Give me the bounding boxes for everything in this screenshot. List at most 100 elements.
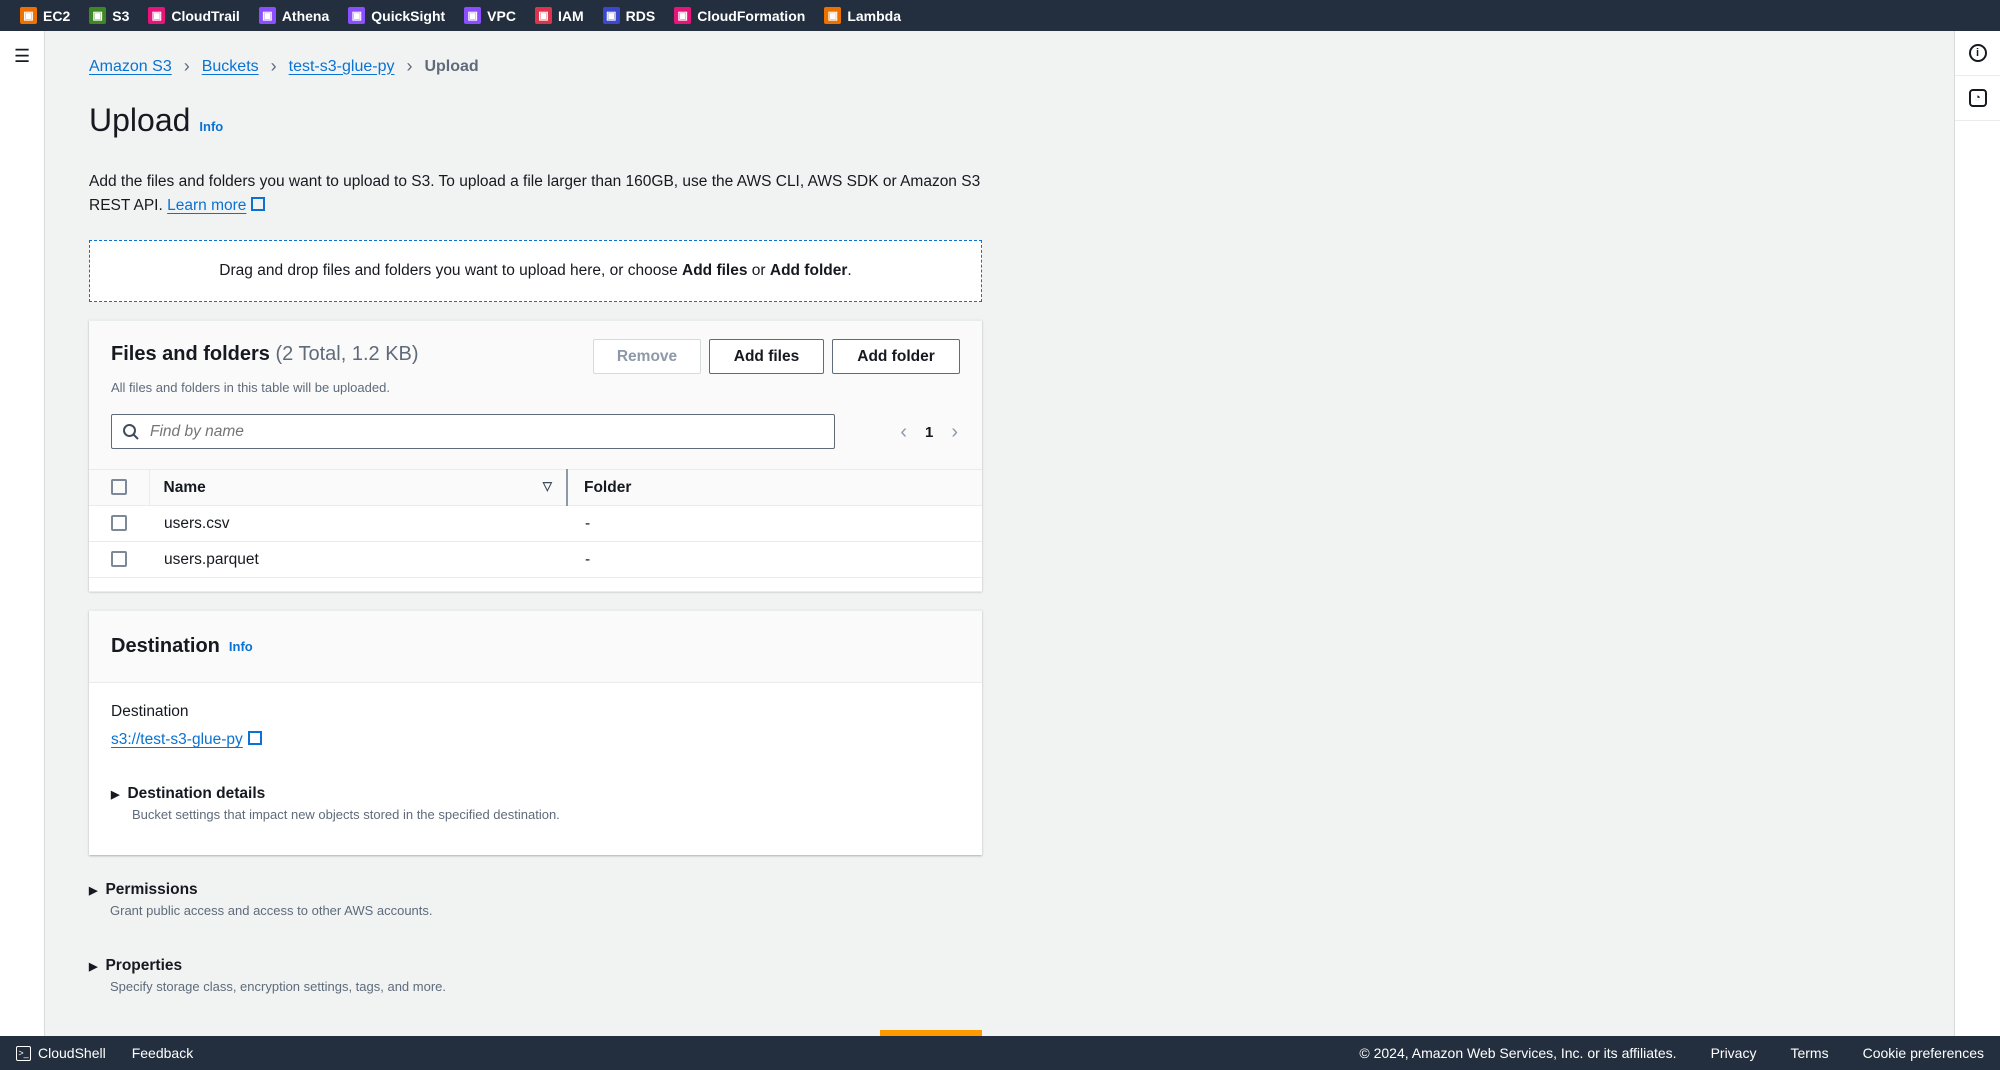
feedback-link[interactable]: Feedback [132,1045,193,1061]
pagination: ‹ 1 › [900,421,958,444]
files-and-folders-panel: Files and folders (2 Total, 1.2 KB) All … [89,320,982,592]
cookie-preferences-link[interactable]: Cookie preferences [1863,1045,1984,1061]
row-checkbox[interactable] [111,515,127,532]
permissions-sub: Grant public access and access to other … [110,903,433,918]
vpc-icon: ▣ [464,7,482,24]
service-label: IAM [557,7,584,24]
destination-info-link[interactable]: Info [229,639,253,654]
info-link[interactable]: Info [199,119,223,134]
files-title: Files and folders (2 Total, 1.2 KB) [111,343,419,366]
destination-details-section: ▶ Destination details Bucket settings tha… [111,785,560,822]
service-shortcut-cloudtrail[interactable]: ▣ CloudTrail [148,7,240,24]
column-folder[interactable]: Folder [566,469,982,506]
drop-or: or [747,262,770,279]
row-checkbox[interactable] [111,551,127,568]
lambda-icon: ▣ [824,7,842,24]
drop-add-folder: Add folder [769,262,848,279]
ec2-icon: ▣ [20,7,37,24]
service-shortcut-quicksight[interactable]: ▣ QuickSight [348,7,445,24]
files-title-text: Files and folders [111,343,270,365]
file-name: users.parquet [149,541,567,578]
properties-sub: Specify storage class, encryption settin… [110,979,447,994]
help-panel-button[interactable]: ◔ [1955,76,2000,121]
permissions-section: ▶ Permissions Grant public access and acc… [89,881,433,918]
permissions-toggle[interactable]: ▶ Permissions [89,881,433,899]
caret-right-icon: ▶ [89,960,98,973]
destination-details-toggle[interactable]: ▶ Destination details [111,785,560,803]
files-table: Name ▽ Folder users.csv - users.parquet - [89,469,982,592]
menu-icon[interactable]: ☰ [14,47,31,65]
iam-icon: ▣ [534,7,552,24]
rds-icon: ▣ [602,7,620,24]
properties-section: ▶ Properties Specify storage class, encry… [89,957,446,994]
caret-right-icon: ▶ [89,884,98,897]
search-input[interactable] [150,422,800,441]
add-files-button[interactable]: Add files [709,339,824,374]
page-description: Add the files and folders you want to up… [89,170,989,218]
chevron-right-icon: › [406,56,413,76]
terms-link[interactable]: Terms [1790,1045,1828,1061]
destination-title: Destination [111,635,220,657]
service-shortcut-cloudformation[interactable]: ▣ CloudFormation [674,7,805,24]
destination-details-title: Destination details [127,785,266,802]
drop-end: . [847,262,852,279]
breadcrumb-amazon-s3[interactable]: Amazon S3 [89,58,172,76]
privacy-link[interactable]: Privacy [1711,1045,1757,1061]
page-number[interactable]: 1 [925,424,933,441]
drop-add-files: Add files [682,262,748,279]
destination-panel: Destination Info Destination s3://test-s… [89,610,982,855]
properties-toggle[interactable]: ▶ Properties [89,957,446,975]
service-label: RDS [625,7,656,24]
destination-label: Destination [111,703,189,720]
athena-icon: ▣ [258,7,276,24]
select-all-checkbox[interactable] [111,479,127,496]
cloudshell-button[interactable]: >_ CloudShell [16,1045,106,1061]
column-name[interactable]: Name ▽ [148,469,567,506]
remove-button[interactable]: Remove [593,339,701,374]
service-shortcut-s3[interactable]: ▣ S3 [89,7,129,24]
permissions-title: Permissions [105,881,198,898]
next-page-icon[interactable]: › [951,421,958,444]
service-label: EC2 [43,7,71,24]
table-row[interactable]: users.csv - [89,505,982,542]
drop-zone[interactable]: Drag and drop files and folders you want… [89,240,982,302]
service-shortcut-vpc[interactable]: ▣ VPC [464,7,516,24]
destination-link[interactable]: s3://test-s3-glue-py [111,731,243,748]
service-shortcut-rds[interactable]: ▣ RDS [602,7,656,24]
service-label: QuickSight [371,7,446,24]
learn-more-link[interactable]: Learn more [167,197,246,214]
copyright: © 2024, Amazon Web Services, Inc. or its… [1359,1045,1677,1061]
breadcrumb: Amazon S3 › Buckets › test-s3-glue-py › … [89,56,479,77]
cloudtrail-icon: ▣ [148,7,166,24]
search-field[interactable] [111,414,835,449]
caret-right-icon: ▶ [111,788,120,801]
hexagon-icon: ◔ [1968,89,1987,107]
destination-details-sub: Bucket settings that impact new objects … [132,807,560,822]
table-row[interactable]: users.parquet - [89,541,982,578]
table-spacer-row [89,577,982,592]
prev-page-icon[interactable]: ‹ [900,421,907,444]
info-panel-button[interactable]: i [1955,31,2000,76]
breadcrumb-buckets[interactable]: Buckets [202,58,259,76]
service-label: CloudTrail [171,7,240,24]
service-label: Athena [281,7,330,24]
breadcrumb-current: Upload [424,57,479,75]
service-shortcut-lambda[interactable]: ▣ Lambda [824,7,901,24]
chevron-right-icon: › [270,56,277,76]
service-shortcut-ec2[interactable]: ▣ EC2 [20,7,70,24]
sort-icon[interactable]: ▽ [543,479,552,493]
service-shortcut-iam[interactable]: ▣ IAM [534,7,584,24]
right-rail: i ◔ [1954,31,2000,1036]
file-folder: - [567,505,982,542]
external-link-icon [247,731,262,745]
chevron-right-icon: › [183,56,190,76]
cloudshell-label: CloudShell [38,1045,106,1061]
top-nav-bar: ▣ EC2 ▣ S3 ▣ CloudTrail ▣ Athena ▣ QuickSight ▣ VPC… [0,0,2000,31]
add-folder-button[interactable]: Add folder [832,339,960,374]
search-icon [123,423,139,440]
service-label: CloudFormation [697,7,806,24]
page-header: Upload Info [89,102,223,139]
service-shortcut-athena[interactable]: ▣ Athena [258,7,330,24]
terminal-icon: >_ [16,1045,31,1061]
breadcrumb-bucket[interactable]: test-s3-glue-py [289,58,395,76]
